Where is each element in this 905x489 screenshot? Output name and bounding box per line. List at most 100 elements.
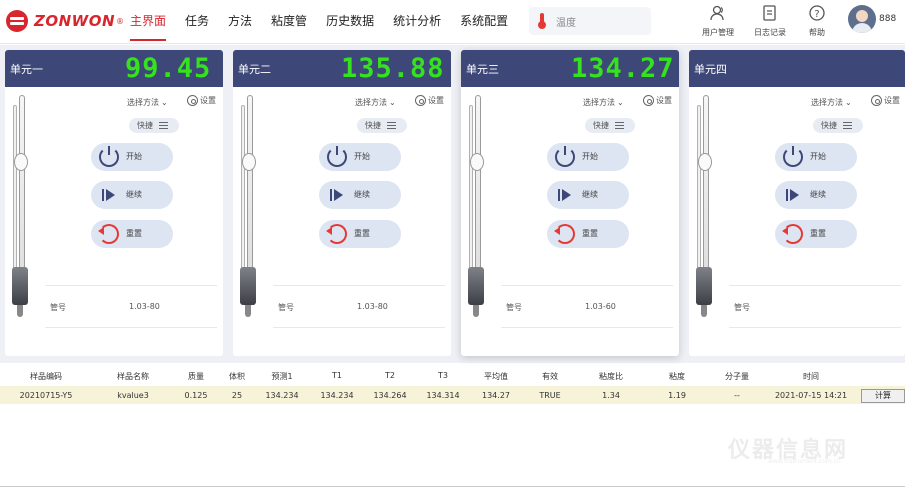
divider <box>729 327 901 328</box>
watermark-url: www.instrument.com.cn <box>768 458 841 465</box>
power-icon <box>99 146 119 167</box>
tube-value: 1.03-80 <box>357 302 388 311</box>
column-header: 样品编码 <box>30 372 62 381</box>
divider <box>501 285 673 286</box>
user-management-label: 用户管理 <box>702 28 734 37</box>
settings-label: 设置 <box>884 96 900 105</box>
reset-button[interactable]: 重置 <box>775 220 857 248</box>
nav-item-tubes[interactable]: 粘度管 <box>271 0 307 44</box>
nav-item-history[interactable]: 历史数据 <box>326 0 374 44</box>
unit-panel-4: 单元四 选择方法 ⌄ 设置 快捷 开始 继续 重置 管号 <box>689 50 905 356</box>
reset-button[interactable]: 重置 <box>319 220 401 248</box>
continue-button[interactable]: 继续 <box>775 181 857 209</box>
log-button[interactable]: 日志记录 <box>750 4 790 42</box>
quick-label: 快捷 <box>821 121 837 130</box>
tube-value: 1.03-60 <box>585 302 616 311</box>
brand-reg: ® <box>116 16 125 26</box>
power-icon <box>327 146 347 167</box>
nav-item-methods[interactable]: 方法 <box>228 0 252 44</box>
divider <box>729 285 901 286</box>
svg-text:?: ? <box>814 9 819 20</box>
unit-name: 单元二 <box>238 63 271 76</box>
table-cell: 134.234 <box>265 391 299 400</box>
table-cell: kvalue3 <box>117 391 149 400</box>
nav-item-statistics[interactable]: 统计分析 <box>393 0 441 44</box>
viscometer-tube-icon <box>10 95 34 325</box>
reset-button[interactable]: 重置 <box>91 220 173 248</box>
settings-button[interactable]: 设置 <box>643 95 672 106</box>
log-label: 日志记录 <box>754 28 786 37</box>
continue-button[interactable]: 继续 <box>91 181 173 209</box>
start-button[interactable]: 开始 <box>91 143 173 171</box>
table-cell: 134.314 <box>426 391 460 400</box>
gear-icon <box>871 95 882 106</box>
gear-icon <box>415 95 426 106</box>
help-button[interactable]: ? 帮助 <box>797 4 837 42</box>
reset-icon <box>554 224 575 244</box>
divider <box>45 285 217 286</box>
help-icon: ? <box>808 4 826 22</box>
table-cell: 134.27 <box>482 391 510 400</box>
reset-label: 重置 <box>582 229 598 238</box>
unit-reading: 135.88 <box>341 53 445 84</box>
quick-button[interactable]: 快捷 <box>357 118 407 133</box>
settings-label: 设置 <box>428 96 444 105</box>
reset-label: 重置 <box>810 229 826 238</box>
unit-name: 单元三 <box>466 63 499 76</box>
table-cell: TRUE <box>539 391 561 400</box>
column-header: 体积 <box>229 372 245 381</box>
unit-reading: 134.27 <box>571 53 675 84</box>
table-cell: 134.234 <box>320 391 354 400</box>
settings-label: 设置 <box>656 96 672 105</box>
viscometer-tube-icon <box>238 95 262 325</box>
table-cell: 20210715-Y5 <box>19 391 73 400</box>
user-management-button[interactable]: 用户管理 <box>698 4 738 42</box>
log-icon <box>761 4 779 22</box>
method-select[interactable]: 选择方法 ⌄ <box>583 97 624 108</box>
list-icon <box>843 122 852 129</box>
divider <box>45 327 217 328</box>
method-select-label: 选择方法 <box>583 98 615 107</box>
nav-item-tasks[interactable]: 任务 <box>185 0 209 44</box>
table-header: 样品编码 样品名称 质量 体积 预测1 T1 T2 T3 平均值 有效 粘度比 … <box>0 367 905 385</box>
column-header: 平均值 <box>484 372 508 381</box>
continue-button[interactable]: 继续 <box>547 181 629 209</box>
quick-button[interactable]: 快捷 <box>813 118 863 133</box>
nav-item-home[interactable]: 主界面 <box>130 0 167 44</box>
method-select[interactable]: 选择方法 ⌄ <box>811 97 852 108</box>
method-select[interactable]: 选择方法 ⌄ <box>355 97 396 108</box>
gear-icon <box>643 95 654 106</box>
quick-button[interactable]: 快捷 <box>585 118 635 133</box>
start-button[interactable]: 开始 <box>547 143 629 171</box>
table-row[interactable]: 20210715-Y5 kvalue3 0.125 25 134.234 134… <box>0 386 905 404</box>
nav-item-system-config[interactable]: 系统配置 <box>460 0 508 44</box>
unit-panel-1: 单元一 99.45 选择方法 ⌄ 设置 快捷 开始 继续 重置 管号 1.03-8… <box>5 50 223 356</box>
thermometer-icon <box>538 13 546 29</box>
brand-name: ZONWON <box>34 12 116 30</box>
divider <box>273 327 445 328</box>
reset-button[interactable]: 重置 <box>547 220 629 248</box>
settings-button[interactable]: 设置 <box>871 95 900 106</box>
start-button[interactable]: 开始 <box>775 143 857 171</box>
continue-icon <box>327 185 347 205</box>
unit-panel-2: 单元二 135.88 选择方法 ⌄ 设置 快捷 开始 继续 重置 管号 1.03-… <box>233 50 451 356</box>
start-label: 开始 <box>582 152 598 161</box>
table-cell: 1.19 <box>668 391 686 400</box>
continue-label: 继续 <box>126 190 142 199</box>
column-header: 预测1 <box>271 372 293 381</box>
settings-button[interactable]: 设置 <box>187 95 216 106</box>
column-header: 有效 <box>542 372 558 381</box>
settings-button[interactable]: 设置 <box>415 95 444 106</box>
unit-name: 单元一 <box>10 63 43 76</box>
reset-label: 重置 <box>354 229 370 238</box>
avatar[interactable] <box>848 5 876 33</box>
start-button[interactable]: 开始 <box>319 143 401 171</box>
continue-button[interactable]: 继续 <box>319 181 401 209</box>
column-header: 粘度 <box>669 372 685 381</box>
calculate-button[interactable]: 计算 <box>861 389 905 403</box>
method-select[interactable]: 选择方法 ⌄ <box>127 97 168 108</box>
unit-reading: 99.45 <box>125 53 212 84</box>
power-icon <box>555 146 575 167</box>
list-icon <box>615 122 624 129</box>
quick-button[interactable]: 快捷 <box>129 118 179 133</box>
